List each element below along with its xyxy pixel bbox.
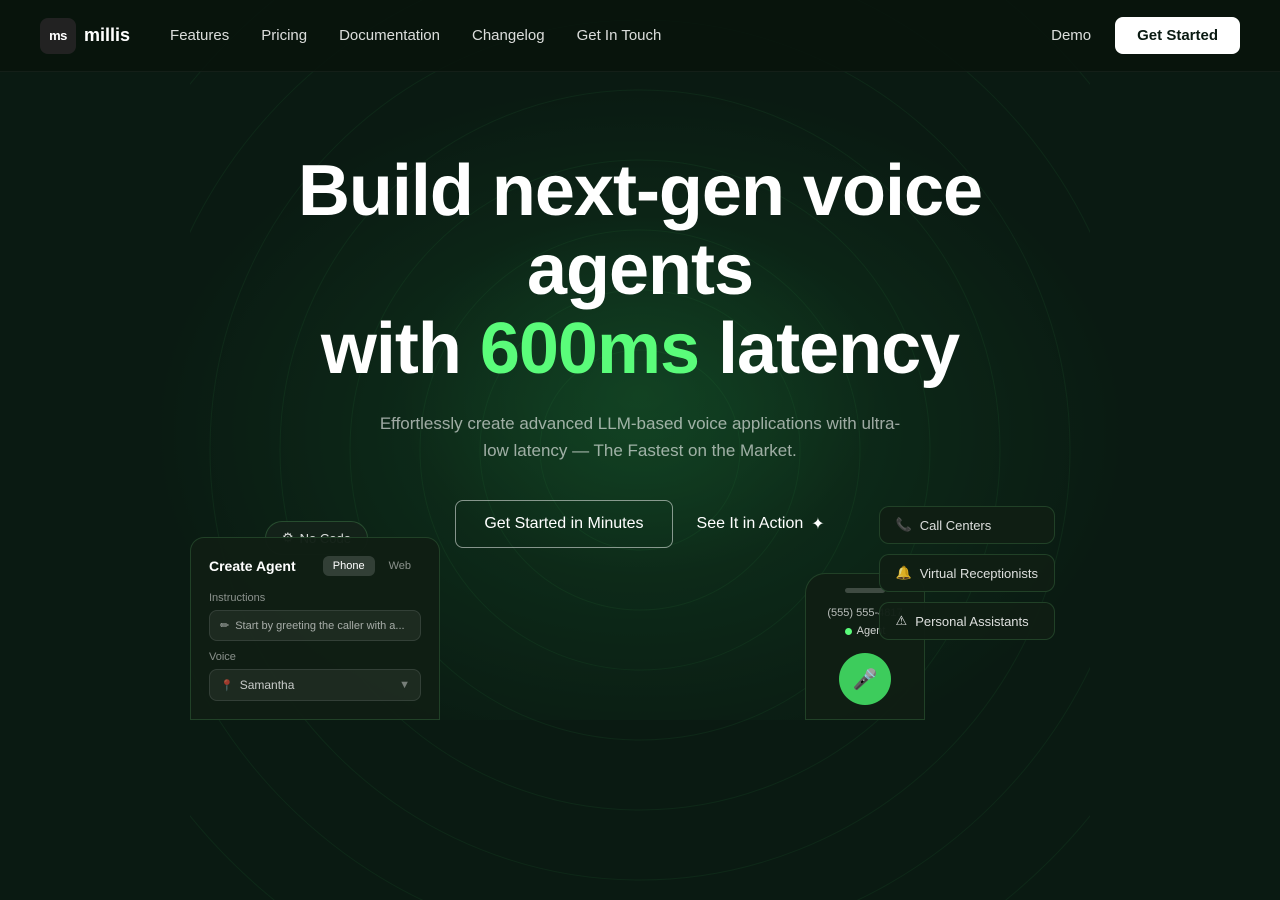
hero-title-highlight: 600ms xyxy=(480,309,699,389)
see-action-label: See It in Action xyxy=(697,515,804,533)
hero-section: Build next-gen voice agents with 600ms l… xyxy=(0,72,1280,548)
logo[interactable]: ms millis xyxy=(40,18,130,54)
create-agent-card: Create Agent Phone Web Instructions ✏ St… xyxy=(190,537,440,720)
nav-item-documentation[interactable]: Documentation xyxy=(339,27,440,45)
nav-link-contact[interactable]: Get In Touch xyxy=(577,27,662,44)
card-header: Create Agent Phone Web xyxy=(209,556,421,576)
mic-icon: 🎤 xyxy=(853,667,878,692)
hero-title: Build next-gen voice agents with 600ms l… xyxy=(190,152,1090,390)
logo-text: millis xyxy=(84,25,130,46)
nav-item-features[interactable]: Features xyxy=(170,27,229,45)
nav-demo-link[interactable]: Demo xyxy=(1051,27,1091,44)
call-centers-icon: 📞 xyxy=(896,517,912,533)
nav-item-pricing[interactable]: Pricing xyxy=(261,27,307,45)
hero-buttons: Get Started in Minutes See It in Action … xyxy=(455,500,824,548)
status-dot xyxy=(845,628,852,635)
nav-link-pricing[interactable]: Pricing xyxy=(261,27,307,44)
see-it-in-action-button[interactable]: See It in Action ✦ xyxy=(697,514,825,534)
virtual-receptionists-icon: 🔔 xyxy=(896,565,912,581)
get-started-button[interactable]: Get Started in Minutes xyxy=(455,500,672,548)
nav-item-changelog[interactable]: Changelog xyxy=(472,27,545,45)
nav-link-changelog[interactable]: Changelog xyxy=(472,27,545,44)
instructions-placeholder: Start by greeting the caller with a... xyxy=(235,620,404,632)
call-centers-label: Call Centers xyxy=(920,518,992,533)
nav-get-started-button[interactable]: Get Started xyxy=(1115,17,1240,54)
voice-label: Voice xyxy=(209,651,421,663)
hero-title-line1: Build next-gen voice agents xyxy=(298,151,982,310)
badge-call-centers: 📞 Call Centers xyxy=(879,506,1055,544)
instructions-input[interactable]: ✏ Start by greeting the caller with a... xyxy=(209,610,421,641)
tab-phone[interactable]: Phone xyxy=(323,556,375,576)
nav-links: Features Pricing Documentation Changelog… xyxy=(170,27,661,45)
personal-assistants-icon: ⚠ xyxy=(896,613,908,629)
right-badges: 📞 Call Centers 🔔 Virtual Receptionists ⚠… xyxy=(879,506,1055,640)
nav-right: Demo Get Started xyxy=(1051,17,1240,54)
logo-icon: ms xyxy=(40,18,76,54)
card-title: Create Agent xyxy=(209,558,296,574)
nav-item-contact[interactable]: Get In Touch xyxy=(577,27,662,45)
virtual-receptionists-label: Virtual Receptionists xyxy=(920,566,1038,581)
navbar: ms millis Features Pricing Documentation… xyxy=(0,0,1280,72)
nav-left: ms millis Features Pricing Documentation… xyxy=(40,18,661,54)
mic-button[interactable]: 🎤 xyxy=(839,653,891,705)
instructions-icon: ✏ xyxy=(220,619,229,632)
see-action-icon: ✦ xyxy=(811,514,824,534)
hero-title-line2-post: latency xyxy=(699,309,959,389)
voice-value: Samantha xyxy=(240,678,295,692)
personal-assistants-label: Personal Assistants xyxy=(915,614,1028,629)
badge-virtual-receptionists: 🔔 Virtual Receptionists xyxy=(879,554,1055,592)
voice-input[interactable]: 📍 Samantha ▼ xyxy=(209,669,421,701)
voice-icon: 📍 xyxy=(220,679,234,692)
tab-group: Phone Web xyxy=(323,556,421,576)
badge-personal-assistants: ⚠ Personal Assistants xyxy=(879,602,1055,640)
instructions-label: Instructions xyxy=(209,592,421,604)
voice-chevron-icon: ▼ xyxy=(399,679,410,691)
tab-web[interactable]: Web xyxy=(379,556,421,576)
nav-link-documentation[interactable]: Documentation xyxy=(339,27,440,44)
hero-title-line2-pre: with xyxy=(321,309,480,389)
hero-subtitle: Effortlessly create advanced LLM-based v… xyxy=(370,410,910,464)
nav-link-features[interactable]: Features xyxy=(170,27,229,44)
